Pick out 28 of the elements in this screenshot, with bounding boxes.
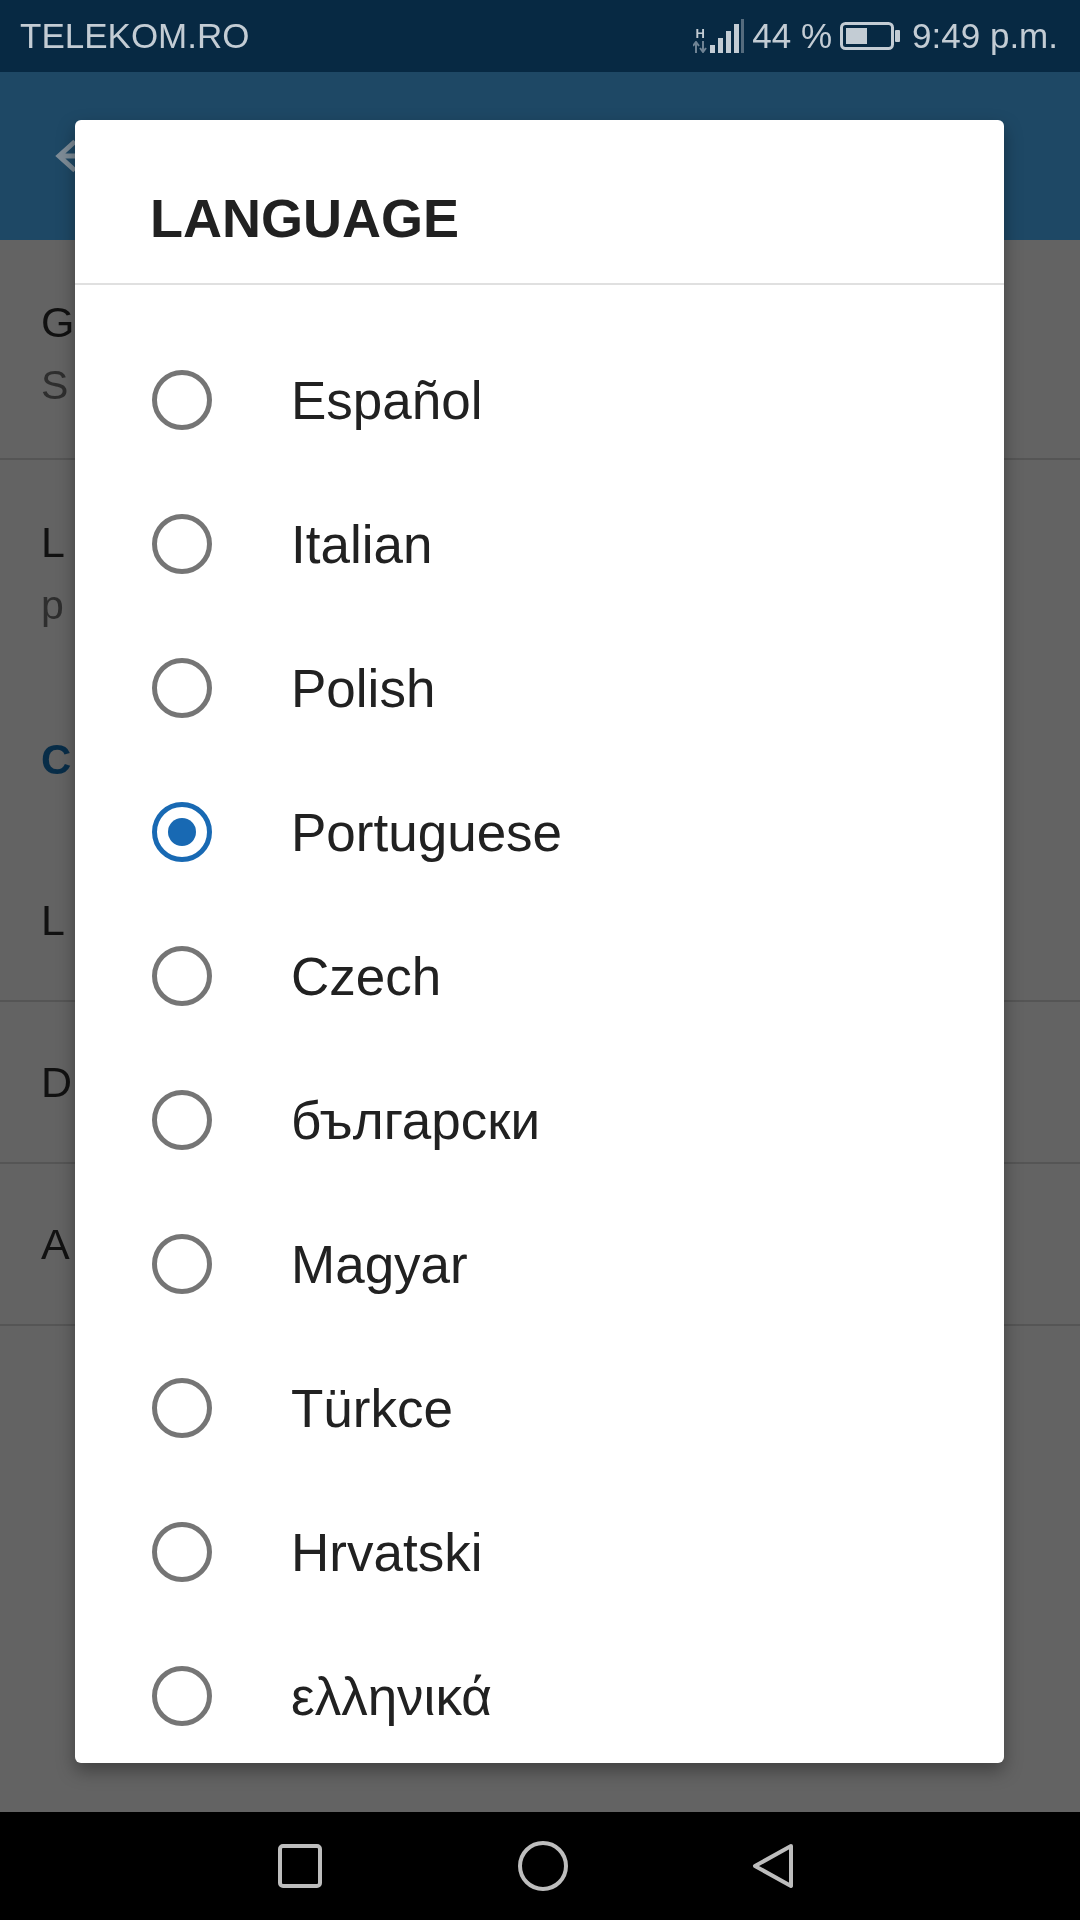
setting-title: D [41,1058,73,1106]
dialog-title: LANGUAGE [149,187,459,250]
language-option[interactable]: Polish [75,616,1004,760]
section-header: C [41,736,72,784]
back-icon[interactable] [752,1843,794,1889]
language-option[interactable]: ελληνικά [75,1624,1004,1763]
language-option[interactable]: Türkce [75,1336,1004,1480]
signal-icon [710,19,745,53]
language-option[interactable]: Hrvatski [75,1480,1004,1624]
setting-title: L [41,518,65,566]
circle-icon[interactable] [518,1841,568,1891]
square-icon[interactable] [278,1844,322,1888]
clock-time: 9:49 p.m. [912,16,1058,56]
language-option[interactable]: Czech [75,904,1004,1048]
back-arrow-icon[interactable] [55,139,75,173]
battery-icon [840,22,901,50]
data-arrows-icon [693,41,708,53]
language-option[interactable]: Italian [75,472,1004,616]
setting-title: G [41,298,75,346]
language-option[interactable]: Magyar [75,1192,1004,1336]
network-type-label: H [695,27,705,40]
language-option[interactable]: Portuguese [75,760,1004,904]
battery-percent: 44 % [752,16,833,56]
setting-title: L [41,896,65,944]
setting-title: A [41,1220,70,1268]
language-option[interactable]: Español [75,328,1004,472]
carrier-name: TELEKOM.RO [20,16,250,56]
language-option[interactable]: български [75,1048,1004,1192]
